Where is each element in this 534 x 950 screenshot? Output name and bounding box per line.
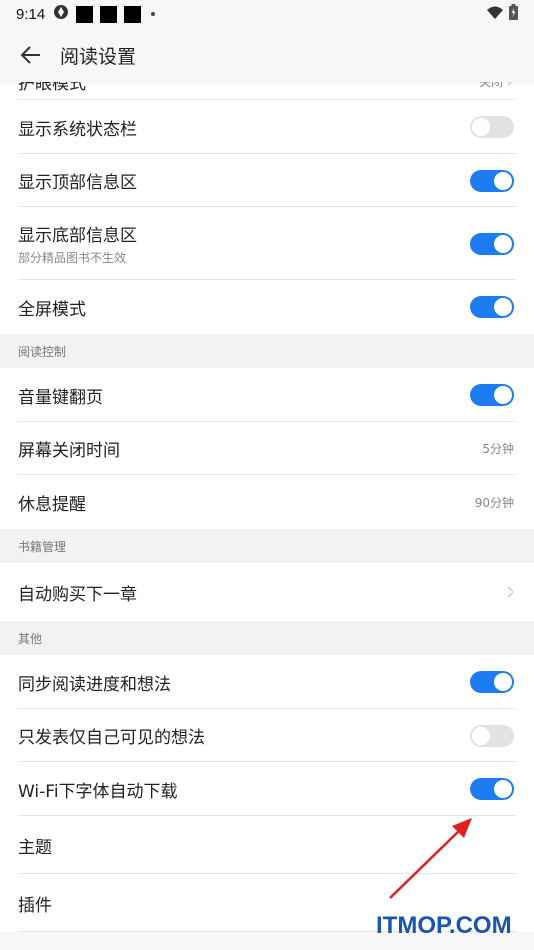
sync-icon [53,4,69,25]
section-header-reading: 阅读控制 [0,334,534,368]
settings-row-eye-protection[interactable]: 护眼模式 关闭 [0,74,534,100]
rest-reminder-value: 90分钟 [474,495,514,510]
notification-square-icon [76,5,94,23]
settings-row-system-status-bar[interactable]: 显示系统状态栏 [0,100,534,154]
status-time: 9:14 [16,5,46,23]
row-sublabel: 部分精品图书不生效 [18,251,127,265]
row-label: 音量键翻页 [18,387,103,408]
annotation-arrow-icon [389,818,472,899]
settings-row-fullscreen[interactable]: 全屏模式 [0,280,534,334]
settings-list: 护眼模式 关闭 显示系统状态栏 显示顶部信息区 显示底部信息区 部分精品图书不生… [0,74,534,932]
chevron-right-icon [507,583,514,602]
settings-row-auto-buy[interactable]: 自动购买下一章 [0,563,534,621]
row-label: 休息提醒 [18,494,86,515]
row-label: 同步阅读进度和想法 [18,674,171,695]
toggle-top-info[interactable] [470,169,514,192]
settings-row-bottom-info[interactable]: 显示底部信息区 部分精品图书不生效 [0,207,534,280]
app-bar: 阅读设置 [0,28,534,82]
back-button[interactable] [16,40,46,70]
row-label: 显示顶部信息区 [18,173,137,193]
screen-off-value: 5分钟 [482,442,514,456]
row-label: Wi-Fi下字体自动下载 [18,781,178,802]
toggle-wifi-font-download[interactable] [470,778,514,800]
settings-row-rest-reminder[interactable]: 休息提醒 90分钟 [0,475,534,529]
row-label: 自动购买下一章 [18,584,137,605]
row-label: 只发表仅自己可见的想法 [18,728,205,748]
settings-row-volume-page-turn[interactable]: 音量键翻页 [0,368,534,422]
status-bar: 9:14 [0,0,534,28]
toggle-volume-page-turn[interactable] [470,384,514,406]
wifi-icon [487,6,503,24]
toggle-private-thoughts[interactable] [470,724,514,747]
settings-row-top-info[interactable]: 显示顶部信息区 [0,154,534,207]
notification-square-icon [100,5,118,23]
notification-square-icon [124,5,142,23]
page-title: 阅读设置 [60,45,137,68]
row-label: 显示底部信息区 [18,226,137,246]
watermark: ITMOP.COM [376,912,512,939]
toggle-fullscreen[interactable] [470,296,514,318]
toggle-bottom-info[interactable] [470,232,514,255]
section-header-other: 其他 [0,621,534,655]
more-dot-icon [151,12,156,16]
row-label: 屏幕关闭时间 [18,441,120,461]
row-label: 主题 [18,837,52,858]
toggle-system-status-bar[interactable] [470,116,514,138]
row-label: 插件 [18,895,52,916]
settings-row-sync-progress[interactable]: 同步阅读进度和想法 [0,655,534,709]
row-label: 全屏模式 [18,299,86,320]
toggle-sync-progress[interactable] [470,671,514,693]
section-header-books: 书籍管理 [0,529,534,563]
arrow-left-icon [21,46,40,64]
settings-row-screen-off-time[interactable]: 屏幕关闭时间 5分钟 [0,422,534,475]
battery-icon [509,4,518,25]
row-label: 显示系统状态栏 [18,119,137,140]
settings-row-private-thoughts[interactable]: 只发表仅自己可见的想法 [0,709,534,762]
